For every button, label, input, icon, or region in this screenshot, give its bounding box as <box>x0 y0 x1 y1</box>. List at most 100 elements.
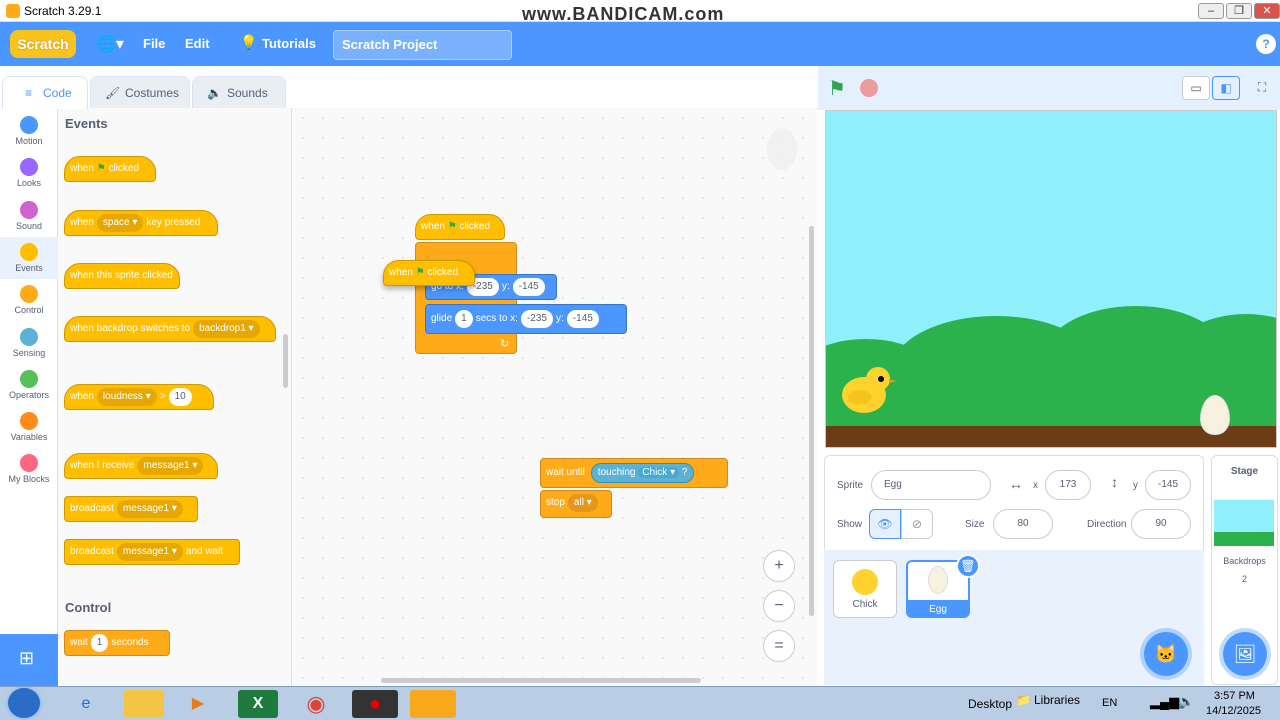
minimize-button[interactable]: – <box>1198 3 1224 19</box>
delete-sprite-trash-icon[interactable]: 🗑 <box>956 554 980 578</box>
tutorials-button[interactable]: Tutorials <box>262 22 316 66</box>
tab-costumes[interactable]: 🖌 Costumes <box>90 76 190 109</box>
stage-selector[interactable]: Stage Backdrops 2 🖼 <box>1211 455 1278 685</box>
category-operators[interactable]: Operators <box>0 364 58 406</box>
language-globe-icon[interactable]: 🌐▾ <box>96 34 126 54</box>
sprite-x-input[interactable]: 173 <box>1045 470 1091 500</box>
when-i-receive-block[interactable]: when I receive message1 ▾ <box>64 453 218 479</box>
close-window-button[interactable]: ✕ <box>1254 3 1280 19</box>
maximize-button[interactable]: ❐ <box>1226 3 1252 19</box>
tab-sounds[interactable]: 🔈 Sounds <box>192 76 286 109</box>
glide-y-input[interactable]: -145 <box>566 310 599 328</box>
clock-date[interactable]: 14/12/2025 <box>1206 705 1261 717</box>
workspace-h-scrollbar[interactable] <box>381 678 701 683</box>
egg-sprite[interactable] <box>1200 395 1230 435</box>
dragging-when-flag-clicked[interactable]: when ⚑ clicked <box>383 260 475 286</box>
category-label: Variables <box>10 432 48 443</box>
stop-block[interactable]: stop all ▾ <box>540 490 612 518</box>
small-stage-button[interactable]: ▭ <box>1182 76 1210 100</box>
glide-secs-input[interactable]: 1 <box>455 310 473 328</box>
category-looks[interactable]: Looks <box>0 152 58 194</box>
file-menu[interactable]: File <box>143 22 165 66</box>
goto-y-input[interactable]: -145 <box>512 278 545 296</box>
backdrop-dropdown[interactable]: backdrop1 ▾ <box>193 320 260 338</box>
fullscreen-icon[interactable]: ⛶ <box>1248 76 1276 100</box>
palette-scrollbar[interactable] <box>283 334 288 388</box>
glide-block[interactable]: glide 1 secs to x: -235 y: -145 <box>425 304 627 334</box>
loudness-value[interactable]: 10 <box>168 388 192 406</box>
key-dropdown[interactable]: space ▾ <box>96 214 144 232</box>
network-signal-icon[interactable]: ▂▄▆ <box>1150 694 1179 710</box>
category-my-blocks[interactable]: My Blocks <box>0 448 58 490</box>
libraries-toolbar-label[interactable]: Libraries <box>1034 693 1080 707</box>
tab-code[interactable]: ≡ Code <box>2 76 88 109</box>
touching-dropdown[interactable]: Chick ▾ <box>638 467 680 478</box>
zoom-reset-button[interactable]: = <box>763 630 795 662</box>
normal-stage-button[interactable]: ◧ <box>1212 76 1240 100</box>
internet-explorer-icon[interactable]: e <box>66 690 106 718</box>
choose-sprite-cat-icon[interactable]: 🐱 <box>1144 632 1188 676</box>
workspace-v-scrollbar[interactable] <box>809 226 814 616</box>
category-events[interactable]: Events <box>0 236 58 279</box>
media-player-icon[interactable]: ▶ <box>178 690 218 718</box>
category-motion[interactable]: Motion <box>0 110 58 152</box>
stage-thumbnail[interactable] <box>1214 500 1274 546</box>
category-sensing[interactable]: Sensing <box>0 322 58 364</box>
sprite-size-input[interactable]: 80 <box>993 509 1053 539</box>
help-icon[interactable]: ? <box>1256 34 1276 54</box>
stop-dropdown[interactable]: all ▾ <box>567 494 598 512</box>
loudness-dropdown[interactable]: loudness ▾ <box>96 388 157 406</box>
edit-menu[interactable]: Edit <box>185 22 210 66</box>
volume-icon[interactable]: 🔈 <box>1178 694 1194 710</box>
stop-sign-button[interactable] <box>860 79 878 97</box>
excel-icon[interactable]: X <box>238 690 278 718</box>
wait-until-block[interactable]: wait until touching Chick ▾ ? <box>540 458 728 488</box>
broadcast-wait-dropdown[interactable]: message1 ▾ <box>116 543 183 561</box>
when-key-pressed-block[interactable]: when space ▾ key pressed <box>64 210 218 236</box>
stage-canvas[interactable] <box>825 110 1277 448</box>
project-title-input[interactable]: Scratch Project <box>333 30 512 60</box>
broadcast-block[interactable]: broadcast message1 ▾ <box>64 496 198 522</box>
zoom-in-button[interactable]: + <box>763 550 795 582</box>
green-flag-button[interactable]: ⚑ <box>828 76 846 101</box>
when-loudness-block[interactable]: when loudness ▾ >10 <box>64 384 214 410</box>
choose-backdrop-icon[interactable]: 🖼 <box>1223 632 1267 676</box>
sprite-direction-input[interactable]: 90 <box>1131 509 1191 539</box>
category-label: My Blocks <box>8 474 50 485</box>
windows-start-button[interactable] <box>8 688 40 718</box>
category-sound[interactable]: Sound <box>0 195 58 237</box>
scratch-logo[interactable]: Scratch <box>10 30 76 58</box>
add-extension-button[interactable]: ⊞ <box>0 634 58 686</box>
when-backdrop-switches-block[interactable]: when backdrop switches to backdrop1 ▾ <box>64 316 276 342</box>
bandicam-record-icon[interactable]: ● <box>352 690 398 718</box>
wait-value[interactable]: 1 <box>90 634 109 652</box>
message-dropdown[interactable]: message1 ▾ <box>137 457 204 475</box>
when-flag-clicked-block[interactable]: when ⚑ clicked <box>64 156 156 182</box>
clock-time[interactable]: 3:57 PM <box>1214 690 1255 702</box>
sprite-y-input[interactable]: -145 <box>1145 470 1191 500</box>
broadcast-dropdown[interactable]: message1 ▾ <box>116 500 183 518</box>
scratch-taskbar-icon[interactable] <box>410 690 456 718</box>
show-hidden-eye-icon[interactable]: ⊘ <box>901 509 933 539</box>
category-variables[interactable]: Variables <box>0 406 58 448</box>
when-sprite-clicked-block[interactable]: when this sprite clicked <box>64 263 180 289</box>
language-indicator[interactable]: EN <box>1102 697 1117 709</box>
sprite-thumb-chick[interactable]: Chick <box>833 560 897 618</box>
glide-x-input[interactable]: -235 <box>520 310 553 328</box>
zoom-out-button[interactable]: − <box>763 590 795 622</box>
show-visible-eye-icon[interactable]: 👁 <box>869 509 901 539</box>
file-explorer-icon[interactable] <box>124 690 164 718</box>
touching-block[interactable]: touching Chick ▾ ? <box>590 463 695 483</box>
chick-sprite[interactable] <box>840 363 896 413</box>
category-control[interactable]: Control <box>0 279 58 321</box>
category-label: Sound <box>15 220 43 231</box>
broadcast-and-wait-block[interactable]: broadcast message1 ▾ and wait <box>64 539 240 565</box>
chrome-icon[interactable]: ◉ <box>296 690 336 718</box>
wait-seconds-block[interactable]: wait 1 seconds <box>64 630 170 656</box>
y-arrows-icon: ↕ <box>1111 474 1118 490</box>
tab-code-label: Code <box>43 86 72 100</box>
script-when-flag-clicked[interactable]: when ⚑ clicked <box>415 214 505 240</box>
code-workspace[interactable]: when ⚑ clicked ↻ go to x: -235 y: -145 glid… <box>293 108 817 685</box>
sprite-name-input[interactable]: Egg <box>871 470 991 500</box>
desktop-toolbar-label[interactable]: Desktop <box>968 697 1012 711</box>
